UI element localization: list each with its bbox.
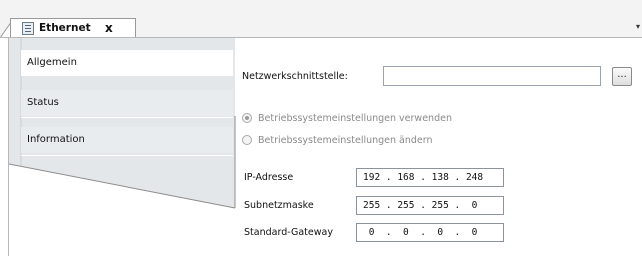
interface-input[interactable] <box>383 66 601 86</box>
tab-close-button[interactable]: x <box>105 21 113 35</box>
radio-button[interactable] <box>242 135 252 145</box>
interface-label: Netzwerkschnittstelle: <box>242 71 348 82</box>
tab-list-dropdown-icon[interactable]: ▾ <box>636 22 640 31</box>
tab-ethernet[interactable]: Ethernet x <box>10 18 136 38</box>
radio-button-checked[interactable] <box>242 113 252 123</box>
ip-address-label: IP-Adresse <box>244 172 294 183</box>
subnet-mask-field[interactable]: 255 . 255 . 255 . 0 <box>356 196 504 215</box>
editor-tab-strip: Ethernet x ▾ <box>0 0 642 38</box>
ip-address-field[interactable]: 192 . 168 . 138 . 248 <box>356 168 504 187</box>
subnet-mask-label: Subnetzmaske <box>244 200 314 211</box>
radio-label: Betriebssystemeinstellungen ändern <box>258 134 433 146</box>
tab-title: Ethernet <box>39 22 91 34</box>
browse-button[interactable]: ... <box>612 67 632 86</box>
radio-use-os-settings[interactable]: Betriebssystemeinstellungen verwenden <box>242 111 452 125</box>
radio-label: Betriebssystemeinstellungen verwenden <box>258 112 452 124</box>
nav-item-information[interactable]: Information <box>21 127 233 153</box>
radio-change-os-settings[interactable]: Betriebssystemeinstellungen ändern <box>242 133 433 147</box>
nav-divider <box>21 117 233 118</box>
default-gateway-label: Standard-Gateway <box>244 227 333 238</box>
nav-item-allgemein[interactable]: Allgemein <box>21 50 233 76</box>
nav-item-status[interactable]: Status <box>21 90 233 116</box>
default-gateway-field[interactable]: 0 . 0 . 0 . 0 <box>356 223 504 242</box>
nav-divider <box>21 155 233 156</box>
device-icon <box>22 22 34 35</box>
